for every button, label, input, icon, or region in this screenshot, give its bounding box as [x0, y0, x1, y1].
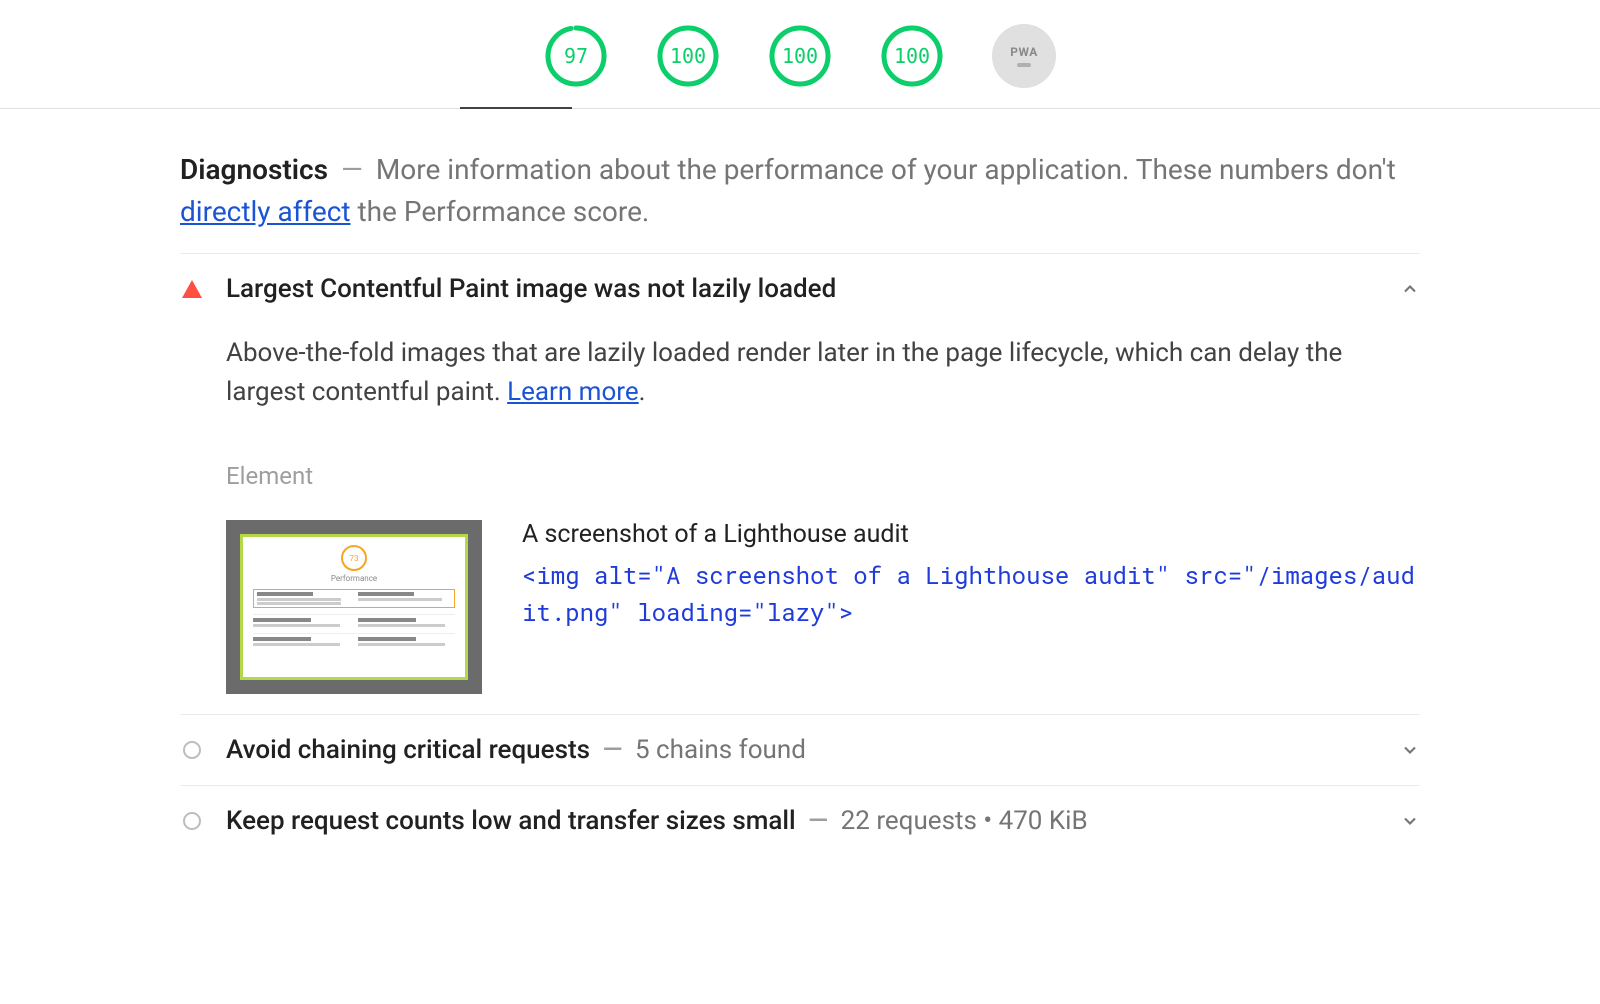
gauge-accessibility[interactable]: 100	[656, 24, 720, 88]
active-tab-underline	[460, 107, 572, 109]
audit-title: Keep request counts low and transfer siz…	[226, 806, 1088, 836]
chevron-up-icon	[1400, 279, 1420, 299]
element-section-label: Element	[226, 462, 1420, 490]
neutral-circle-icon	[180, 741, 204, 759]
audit-chaining-requests: Avoid chaining critical requests — 5 cha…	[180, 714, 1420, 785]
gauge-performance[interactable]: 97	[544, 24, 608, 88]
element-info: A screenshot of a Lighthouse audit <img …	[522, 520, 1420, 631]
warning-triangle-icon	[180, 280, 204, 298]
element-thumbnail: 73 Performance	[226, 520, 482, 694]
audit-toggle[interactable]: Largest Contentful Paint image was not l…	[180, 274, 1420, 304]
neutral-circle-icon	[180, 812, 204, 830]
thumb-gauge-icon: 73	[341, 545, 367, 571]
element-row: 73 Performance A screenshot of a Lightho…	[226, 520, 1420, 694]
pwa-dash-icon	[1017, 63, 1031, 67]
gauge-value: 100	[670, 44, 706, 68]
gauge-pwa[interactable]: PWA	[992, 24, 1056, 88]
main-content: Diagnostics — More information about the…	[160, 109, 1440, 856]
element-code-snippet: <img alt="A screenshot of a Lighthouse a…	[522, 557, 1420, 631]
diagnostics-header: Diagnostics — More information about the…	[180, 149, 1420, 233]
gauge-value: 97	[564, 44, 588, 68]
learn-more-link[interactable]: Learn more	[507, 377, 639, 407]
dash-separator: —	[341, 153, 363, 186]
gauge-seo[interactable]: 100	[880, 24, 944, 88]
section-title: Diagnostics	[180, 153, 328, 186]
score-nav: 97 100 100 100 PWA	[0, 0, 1600, 109]
audit-subtext: 5 chains found	[635, 735, 806, 765]
gauge-value: 100	[894, 44, 930, 68]
directly-affect-link[interactable]: directly affect	[180, 195, 351, 228]
audit-toggle[interactable]: Avoid chaining critical requests — 5 cha…	[180, 735, 1420, 765]
pwa-label: PWA	[1010, 45, 1038, 59]
audit-title: Avoid chaining critical requests — 5 cha…	[226, 735, 806, 765]
chevron-down-icon	[1400, 740, 1420, 760]
audit-subtext: 22 requests • 470 KiB	[841, 806, 1088, 836]
chevron-down-icon	[1400, 811, 1420, 831]
audit-request-counts: Keep request counts low and transfer siz…	[180, 785, 1420, 856]
gauge-best-practices[interactable]: 100	[768, 24, 832, 88]
audit-title: Largest Contentful Paint image was not l…	[226, 274, 836, 304]
audit-body: Above-the-fold images that are lazily lo…	[180, 304, 1420, 694]
audit-description: Above-the-fold images that are lazily lo…	[226, 334, 1420, 412]
audit-lcp-lazy: Largest Contentful Paint image was not l…	[180, 253, 1420, 714]
element-caption: A screenshot of a Lighthouse audit	[522, 520, 1420, 549]
audit-toggle[interactable]: Keep request counts low and transfer siz…	[180, 806, 1420, 836]
gauge-value: 100	[782, 44, 818, 68]
